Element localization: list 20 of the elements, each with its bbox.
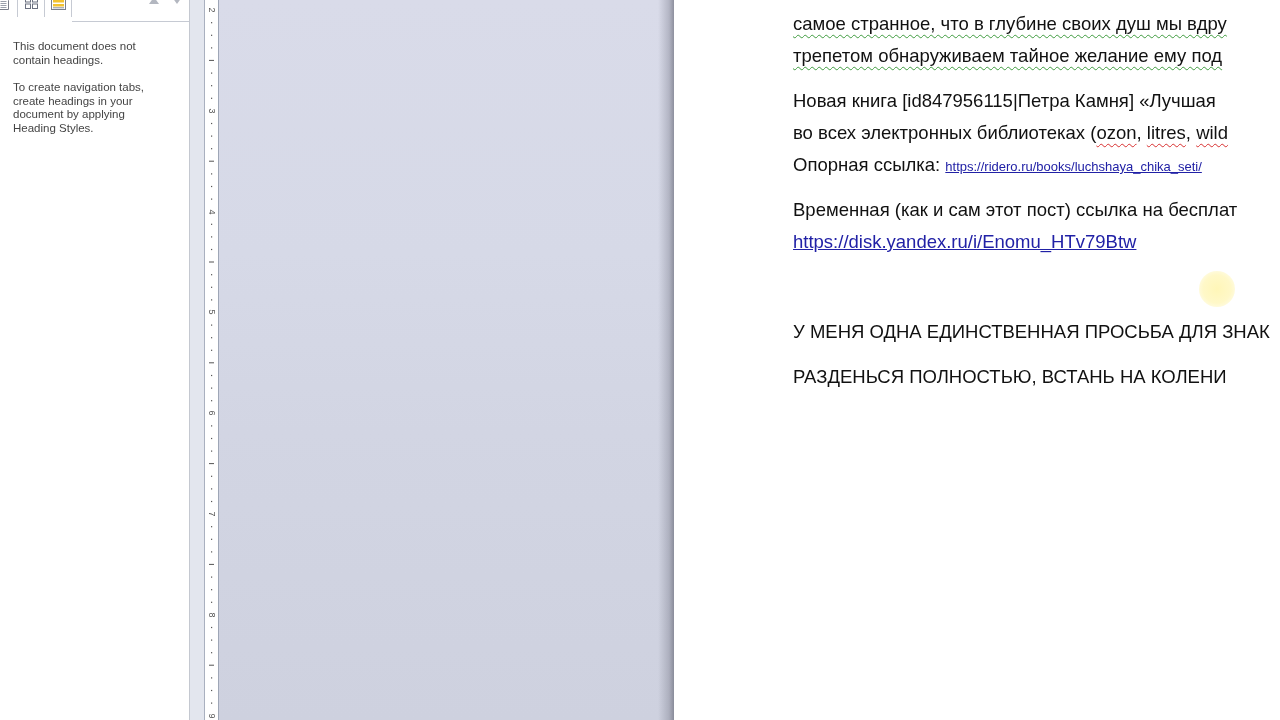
ruler-number: 2 [206, 6, 217, 15]
ruler-number: 9 [206, 712, 217, 720]
link[interactable]: https://ridero.ru/books/luchshaya_chika_seti/ [945, 159, 1202, 174]
grid-icon [24, 0, 38, 9]
ruler-number: 6 [206, 409, 217, 418]
highlighted-page-icon [50, 0, 66, 10]
document-paragraph: РАЗДЕНЬСЯ ПОЛНОСТЬЮ, ВСТАНЬ НА КОЛЕНИ [793, 365, 1228, 389]
document-paragraph: У МЕНЯ ОДНА ЕДИНСТВЕННАЯ ПРОСЬБА ДЛЯ ЗНАК [793, 320, 1271, 344]
ruler-number: 8 [206, 611, 217, 620]
navigation-message: To create navigation tabs, create headings in your document by applying Heading Styles. [13, 81, 146, 135]
navigation-message: This document does not contain headings. [13, 40, 137, 67]
ruler-number: 4 [206, 208, 217, 217]
ruler-number: 7 [206, 510, 217, 519]
cursor-highlight-icon [1199, 271, 1235, 307]
ruler-number: 3 [206, 107, 217, 116]
link[interactable]: https://disk.yandex.ru/i/Enomu_HTv79Btw [793, 231, 1137, 252]
document-paragraph: Новая книга [id847956115|Петра Камня] «Лучшая во всех электронных библиотеках (ozon, litres, wild Опорная ссылка: https://ridero.ru/books/luchshaya_chika_seti/ [793, 89, 1229, 177]
ruler-number: 5 [206, 308, 217, 317]
document-paragraph: Временная (как и сам этот пост) ссылка на бесплат https://disk.yandex.ru/i/Enomu_HTv79Btw [793, 198, 1239, 255]
document-paragraph: самое странное, что в глубине своих душ мы вдру трепетом обнаруживаем тайное желание ему под [793, 12, 1228, 68]
